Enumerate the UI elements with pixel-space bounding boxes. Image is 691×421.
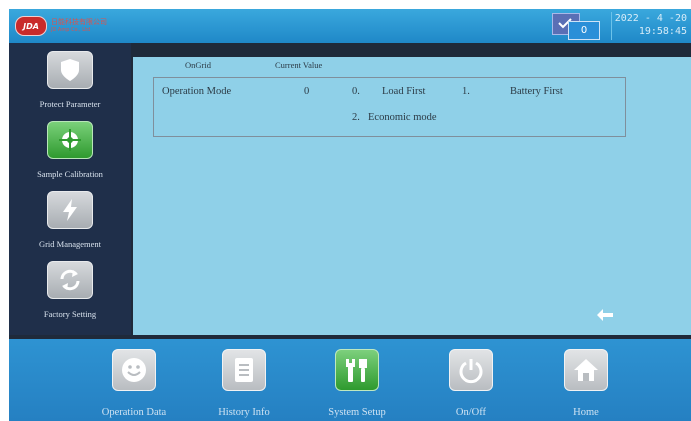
logo-company-en: JD Amp Co., Ltd bbox=[51, 27, 91, 33]
company-logo: JDA 日能科技有限公司 JD Amp Co., Ltd bbox=[15, 16, 107, 36]
nav-label: Operation Data bbox=[101, 407, 167, 418]
nav-label: Home bbox=[573, 407, 599, 418]
nav-label: System Setup bbox=[328, 407, 386, 418]
shield-icon bbox=[47, 51, 93, 89]
sidebar-item-sample-calibration[interactable]: Sample Calibration bbox=[9, 121, 131, 179]
sidebar-item-label: Sample Calibration bbox=[37, 169, 103, 179]
tools-icon bbox=[335, 349, 379, 391]
option-1-number: 1. bbox=[462, 86, 470, 97]
main-panel: OnGrid Current Value Operation Mode 0 0.… bbox=[133, 57, 691, 335]
nav-history-info[interactable]: History Info bbox=[194, 349, 294, 418]
current-value-header: Current Value bbox=[275, 60, 323, 70]
option-0-number: 0. bbox=[352, 86, 360, 97]
datetime-display: 2022 - 4 -20 19:58:45 bbox=[611, 12, 691, 40]
parameter-box: Operation Mode 0 0. Load First 1. Batter… bbox=[153, 77, 626, 137]
param-current-value[interactable]: 0 bbox=[304, 86, 309, 97]
time-text: 19:58:45 bbox=[638, 26, 687, 37]
option-1-label: Battery First bbox=[510, 86, 563, 97]
nav-operation-data[interactable]: Operation Data bbox=[84, 349, 184, 418]
option-0-label: Load First bbox=[382, 86, 426, 97]
sidebar-item-label: Protect Parameter bbox=[39, 99, 101, 109]
counter-value: 0 bbox=[568, 21, 600, 40]
message-counter[interactable]: 0 bbox=[552, 13, 602, 40]
option-2-label: Economic mode bbox=[368, 112, 437, 123]
sidebar-item-grid-management[interactable]: Grid Management bbox=[9, 191, 131, 249]
nav-home[interactable]: Home bbox=[536, 349, 636, 418]
sidebar-item-factory-setting[interactable]: Factory Setting bbox=[9, 261, 131, 319]
option-2-number: 2. bbox=[352, 112, 360, 123]
param-name: Operation Mode bbox=[162, 86, 232, 97]
nav-label: History Info bbox=[218, 407, 270, 418]
home-icon bbox=[564, 349, 608, 391]
ongrid-header: OnGrid bbox=[185, 60, 211, 70]
power-icon bbox=[449, 349, 493, 391]
sidebar-item-label: Factory Setting bbox=[43, 309, 97, 319]
nav-on-off[interactable]: On/Off bbox=[421, 349, 521, 418]
sidebar-item-label: Grid Management bbox=[38, 239, 102, 249]
top-bar: JDA 日能科技有限公司 JD Amp Co., Ltd 0 2022 - 4 … bbox=[9, 9, 691, 43]
smiley-icon bbox=[112, 349, 156, 391]
bottom-nav: Operation Data History Info System Setup… bbox=[9, 339, 691, 421]
sidebar-item-protect-parameter[interactable]: Protect Parameter bbox=[9, 51, 131, 109]
crosshair-icon bbox=[47, 121, 93, 159]
arrow-left-icon[interactable] bbox=[596, 308, 614, 322]
nav-label: On/Off bbox=[455, 407, 487, 418]
refresh-icon bbox=[47, 261, 93, 299]
sidebar: Protect Parameter Sample Calibration Gri… bbox=[9, 43, 131, 335]
hmi-screen: JDA 日能科技有限公司 JD Amp Co., Ltd 0 2022 - 4 … bbox=[9, 9, 691, 421]
logo-badge: JDA bbox=[15, 16, 47, 36]
lightning-icon bbox=[47, 191, 93, 229]
date-text: 2022 - 4 -20 bbox=[614, 13, 687, 24]
document-icon bbox=[222, 349, 266, 391]
nav-system-setup[interactable]: System Setup bbox=[307, 349, 407, 418]
logo-company-cn: 日能科技有限公司 bbox=[51, 18, 107, 26]
